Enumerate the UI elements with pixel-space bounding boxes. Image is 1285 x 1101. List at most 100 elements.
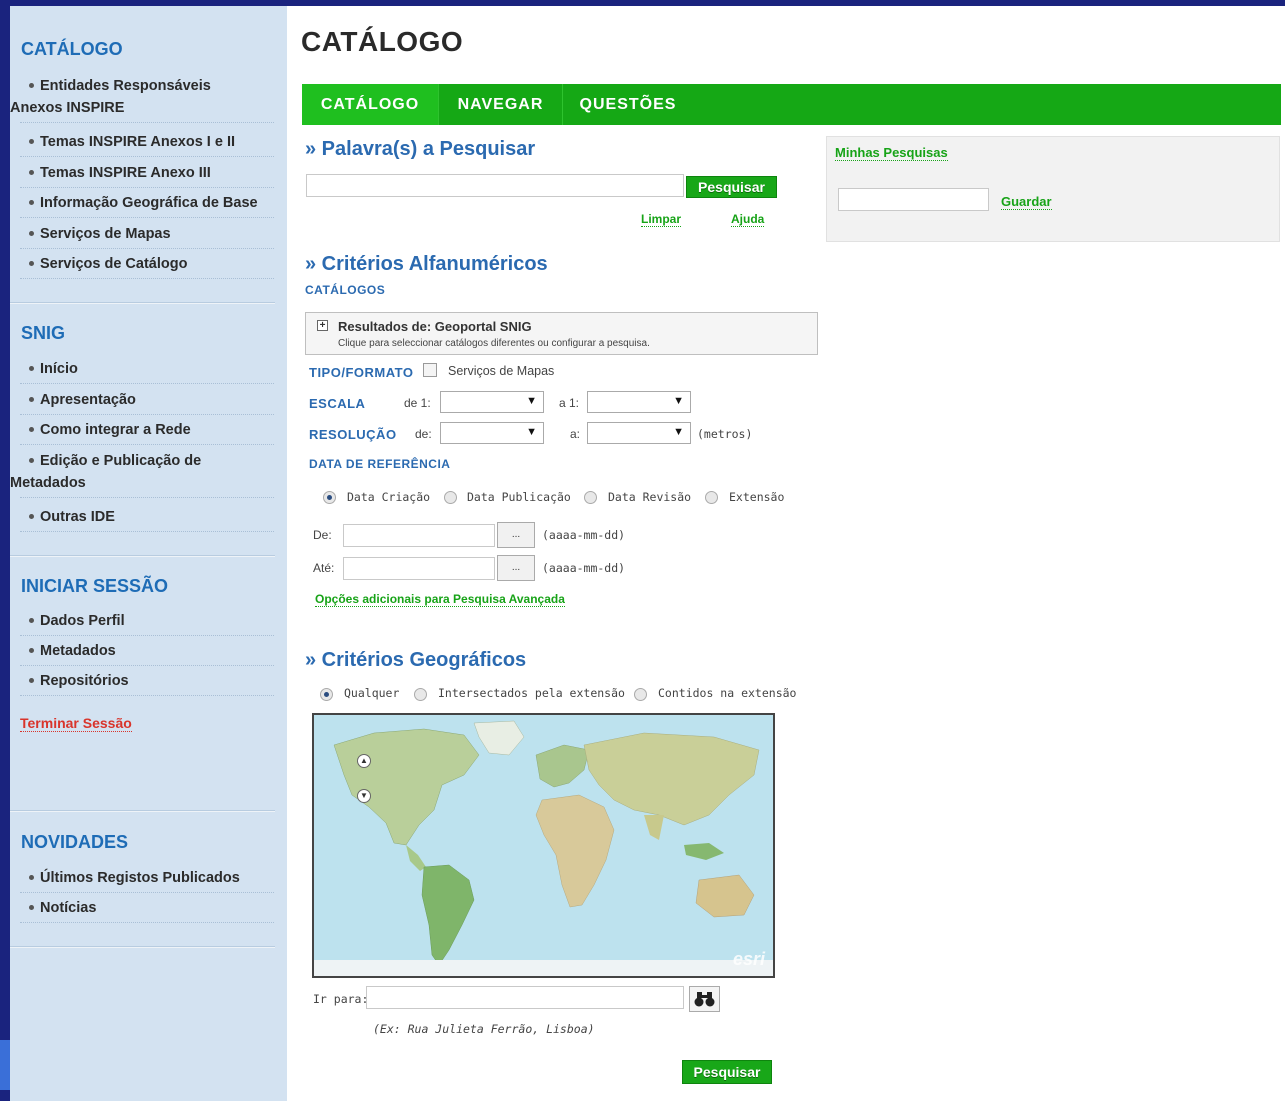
escala-de-label: de 1: [404, 396, 431, 410]
resolucao-a-select[interactable]: ▼ [587, 422, 691, 444]
results-title: Resultados de: Geoportal SNIG [338, 319, 532, 334]
escala-de-select[interactable]: ▼ [440, 391, 544, 413]
date-from-picker-button[interactable]: ... [497, 522, 535, 548]
saved-searches-title[interactable]: Minhas Pesquisas [835, 145, 948, 161]
advanced-options-link[interactable]: Opções adicionais para Pesquisa Avançada [315, 592, 565, 607]
map-services-label: Serviços de Mapas [448, 364, 555, 378]
radio-data-criacao[interactable] [323, 491, 336, 504]
sidebar-item-inicio[interactable]: Início [20, 358, 274, 384]
sidebar-item-apresentacao[interactable]: Apresentação [20, 389, 274, 415]
data-referencia-label: DATA DE REFERÊNCIA [309, 457, 451, 471]
dropdown-arrow-icon: ▼ [673, 426, 684, 438]
goto-example: (Ex: Rua Julieta Ferrão, Lisboa) [373, 1022, 595, 1036]
bullet-icon [29, 647, 34, 653]
expand-plus-icon[interactable]: + [317, 320, 328, 331]
sidebar-item-metadados[interactable]: Metadados [20, 640, 274, 666]
geo-search-button[interactable]: Pesquisar [682, 1060, 772, 1084]
clear-link[interactable]: Limpar [641, 212, 682, 227]
page-title: CATÁLOGO [301, 26, 464, 57]
sidebar-item-label: Temas INSPIRE Anexo III [40, 165, 211, 181]
catalogs-label: CATÁLOGOS [305, 283, 386, 297]
sidebar-divider [10, 810, 275, 812]
geographic-heading: » Critérios Geográficos [305, 649, 527, 671]
sidebar-item-label: Informação Geográfica de Base [40, 195, 258, 211]
resolucao-de-select[interactable]: ▼ [440, 422, 544, 444]
keyword-search-input[interactable] [306, 174, 684, 197]
dropdown-arrow-icon: ▼ [673, 395, 684, 407]
saved-search-name-input[interactable] [838, 188, 989, 211]
tab-questoes[interactable]: QUESTÕES [563, 84, 693, 125]
search-button[interactable]: Pesquisar [686, 176, 777, 198]
bullet-icon [29, 260, 34, 266]
window-left-accent [0, 1040, 10, 1090]
sidebar-item-temas-iii[interactable]: Temas INSPIRE Anexo III [20, 162, 274, 188]
bullet-icon [29, 82, 34, 88]
save-search-link[interactable]: Guardar [1001, 194, 1052, 210]
radio-contidos-label: Contidos na extensão [658, 686, 797, 700]
sidebar-item-label: Dados Perfil [40, 613, 125, 629]
sidebar-item-repositorios[interactable]: Repositórios [20, 670, 274, 696]
goto-input[interactable] [366, 986, 684, 1009]
sidebar-item-label: Início [40, 361, 78, 377]
radio-data-publicacao[interactable] [444, 491, 457, 504]
bullet-icon [29, 169, 34, 175]
date-from-label: De: [313, 528, 332, 542]
resolucao-unit: (metros) [697, 427, 753, 441]
radio-qualquer[interactable] [320, 688, 333, 701]
logout-link[interactable]: Terminar Sessão [20, 715, 132, 732]
bullet-icon [29, 904, 34, 910]
sidebar-item-label: Outras IDE [40, 509, 115, 525]
bullet-icon [29, 365, 34, 371]
catalog-results-box[interactable]: + Resultados de: Geoportal SNIG Clique p… [305, 312, 818, 355]
saved-searches-panel: Minhas Pesquisas Guardar [826, 136, 1280, 242]
world-map-land [314, 720, 773, 976]
dropdown-arrow-icon: ▼ [526, 395, 537, 407]
map-services-checkbox[interactable] [423, 363, 437, 377]
sidebar-item-label: Temas INSPIRE Anexos I e II [40, 134, 236, 150]
dropdown-arrow-icon: ▼ [526, 426, 537, 438]
radio-data-revisao-label: Data Revisão [608, 490, 692, 504]
sidebar-title-sessao: INICIAR SESSÃO [21, 576, 169, 596]
bullet-icon [29, 874, 34, 880]
date-to-format: (aaaa-mm-dd) [542, 561, 626, 575]
sidebar-item-servicos-catalogo[interactable]: Serviços de Catálogo [20, 253, 274, 279]
date-to-input[interactable] [343, 557, 495, 580]
bullet-icon [29, 617, 34, 623]
radio-data-revisao[interactable] [584, 491, 597, 504]
sidebar-item-temas-i-ii[interactable]: Temas INSPIRE Anexos I e II [20, 131, 274, 157]
resolucao-label: RESOLUÇÃO [309, 427, 397, 442]
sidebar-item-integrar-rede[interactable]: Como integrar a Rede [20, 419, 274, 445]
sidebar-item-entidades[interactable]: Entidades Responsáveis Anexos INSPIRE [10, 75, 274, 123]
radio-intersectados[interactable] [414, 688, 427, 701]
sidebar-item-ultimos-registos[interactable]: Últimos Registos Publicados [20, 867, 274, 893]
binoculars-search-button[interactable] [689, 986, 720, 1012]
date-to-picker-button[interactable]: ... [497, 555, 535, 581]
world-map[interactable]: ▲ ▼ esri [312, 713, 775, 978]
sidebar-item-dados-perfil[interactable]: Dados Perfil [20, 610, 274, 636]
tab-catalogo[interactable]: CATÁLOGO [302, 84, 439, 125]
keyword-search-heading: » Palavra(s) a Pesquisar [305, 138, 536, 160]
sidebar-item-label: Serviços de Mapas [40, 226, 171, 242]
sidebar-item-label-cont: Metadados [10, 475, 86, 491]
sidebar-item-noticias[interactable]: Notícias [20, 897, 274, 923]
escala-label: ESCALA [309, 396, 366, 411]
zoom-out-icon[interactable]: ▼ [357, 789, 371, 803]
sidebar-title-snig: SNIG [21, 323, 66, 343]
escala-a-select[interactable]: ▼ [587, 391, 691, 413]
help-link[interactable]: Ajuda [731, 212, 765, 227]
sidebar-item-informacao-base[interactable]: Informação Geográfica de Base [20, 192, 274, 218]
bullet-icon [29, 426, 34, 432]
radio-qualquer-label: Qualquer [344, 686, 400, 700]
radio-contidos[interactable] [634, 688, 647, 701]
bullet-icon [29, 138, 34, 144]
sidebar-item-outras-ide[interactable]: Outras IDE [20, 506, 274, 532]
sidebar-item-servicos-mapas[interactable]: Serviços de Mapas [20, 223, 274, 249]
radio-extensao[interactable] [705, 491, 718, 504]
bullet-icon [29, 199, 34, 205]
tab-navegar[interactable]: NAVEGAR [439, 84, 563, 125]
sidebar-title-novidades: NOVIDADES [21, 832, 129, 852]
date-from-input[interactable] [343, 524, 495, 547]
bullet-icon [29, 396, 34, 402]
sidebar-item-edicao-metadados[interactable]: Edição e Publicação de Metadados [10, 450, 274, 498]
zoom-in-icon[interactable]: ▲ [357, 754, 371, 768]
